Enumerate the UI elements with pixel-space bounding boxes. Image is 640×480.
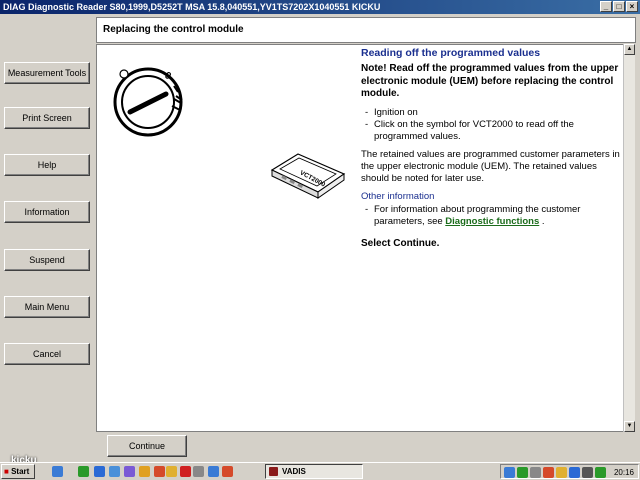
vct2000-device-icon[interactable]: VCT2000 [268, 150, 348, 200]
diagnostic-functions-link[interactable]: Diagnostic functions [445, 216, 539, 227]
window-title-bar: DIAG Diagnostic Reader S80,1999,D5252T M… [0, 0, 640, 14]
tray-icon[interactable] [530, 467, 541, 478]
measurement-tools-button[interactable]: Measurement Tools [4, 62, 90, 84]
cancel-button[interactable]: Cancel [4, 343, 90, 365]
step-item: Click on the symbol for VCT2000 to read … [365, 119, 623, 143]
minimize-button[interactable]: _ [600, 1, 612, 12]
info-paragraph: The retained values are programmed custo… [361, 148, 620, 184]
windows-logo-icon: ■ [4, 467, 9, 476]
quicklaunch-desktop-icon[interactable] [52, 466, 63, 477]
taskbar: ■ Start VADIS 20:16 [0, 462, 640, 480]
vertical-scrollbar[interactable]: ▲ ▼ [623, 44, 635, 432]
ignition-switch-icon: 0 [113, 67, 183, 137]
tray-icon[interactable] [504, 467, 515, 478]
main-menu-button[interactable]: Main Menu [4, 296, 90, 318]
tray-icon[interactable] [569, 467, 580, 478]
section-heading: Reading off the programmed values [361, 47, 541, 59]
system-tray: 20:16 [500, 464, 639, 479]
quicklaunch-app-icon[interactable] [124, 466, 135, 477]
start-button[interactable]: ■ Start [1, 464, 35, 479]
quicklaunch-app-icon[interactable] [193, 466, 204, 477]
taskbar-item-vadis[interactable]: VADIS [265, 464, 363, 479]
window-title: DIAG Diagnostic Reader S80,1999,D5252T M… [3, 2, 381, 12]
maximize-button[interactable]: □ [613, 1, 625, 12]
continue-button[interactable]: Continue [107, 435, 187, 457]
select-prompt: Select Continue. [361, 237, 440, 249]
other-info-list: For information about programming the cu… [365, 204, 623, 228]
quicklaunch-app-icon[interactable] [94, 466, 105, 477]
quicklaunch-chrome-icon[interactable] [222, 466, 233, 477]
step-item: Ignition on [365, 107, 623, 119]
quicklaunch-app-icon[interactable] [208, 466, 219, 477]
step-list: Ignition on Click on the symbol for VCT2… [365, 107, 623, 143]
scroll-up-icon[interactable]: ▲ [624, 44, 635, 55]
close-button[interactable]: × [626, 1, 638, 12]
instruction-text: Reading off the programmed values Note! … [361, 47, 623, 250]
information-button[interactable]: Information [4, 201, 90, 223]
clock: 20:16 [613, 468, 634, 477]
other-info-heading: Other information [361, 190, 435, 202]
help-button[interactable]: Help [4, 154, 90, 176]
tray-icon[interactable] [556, 467, 567, 478]
tray-icon[interactable] [517, 467, 528, 478]
quicklaunch-app-icon[interactable] [78, 466, 89, 477]
print-screen-button[interactable]: Print Screen [4, 107, 90, 129]
warning-note: Note! Read off the programmed values fro… [361, 63, 619, 99]
tray-icon[interactable] [595, 467, 606, 478]
quicklaunch-app-icon[interactable] [180, 466, 191, 477]
window-controls: _ □ × [600, 1, 638, 12]
quicklaunch-browser-icon[interactable] [109, 466, 120, 477]
quicklaunch-app-icon[interactable] [154, 466, 165, 477]
quicklaunch-app-icon[interactable] [139, 466, 150, 477]
suspend-button[interactable]: Suspend [4, 249, 90, 271]
quicklaunch-app-icon[interactable] [166, 466, 177, 477]
tray-icon[interactable] [543, 467, 554, 478]
scroll-down-icon[interactable]: ▼ [624, 421, 635, 432]
tray-icon[interactable] [582, 467, 593, 478]
other-info-item: For information about programming the cu… [365, 204, 623, 228]
page-title: Replacing the control module [96, 17, 636, 43]
vadis-icon [269, 467, 278, 476]
